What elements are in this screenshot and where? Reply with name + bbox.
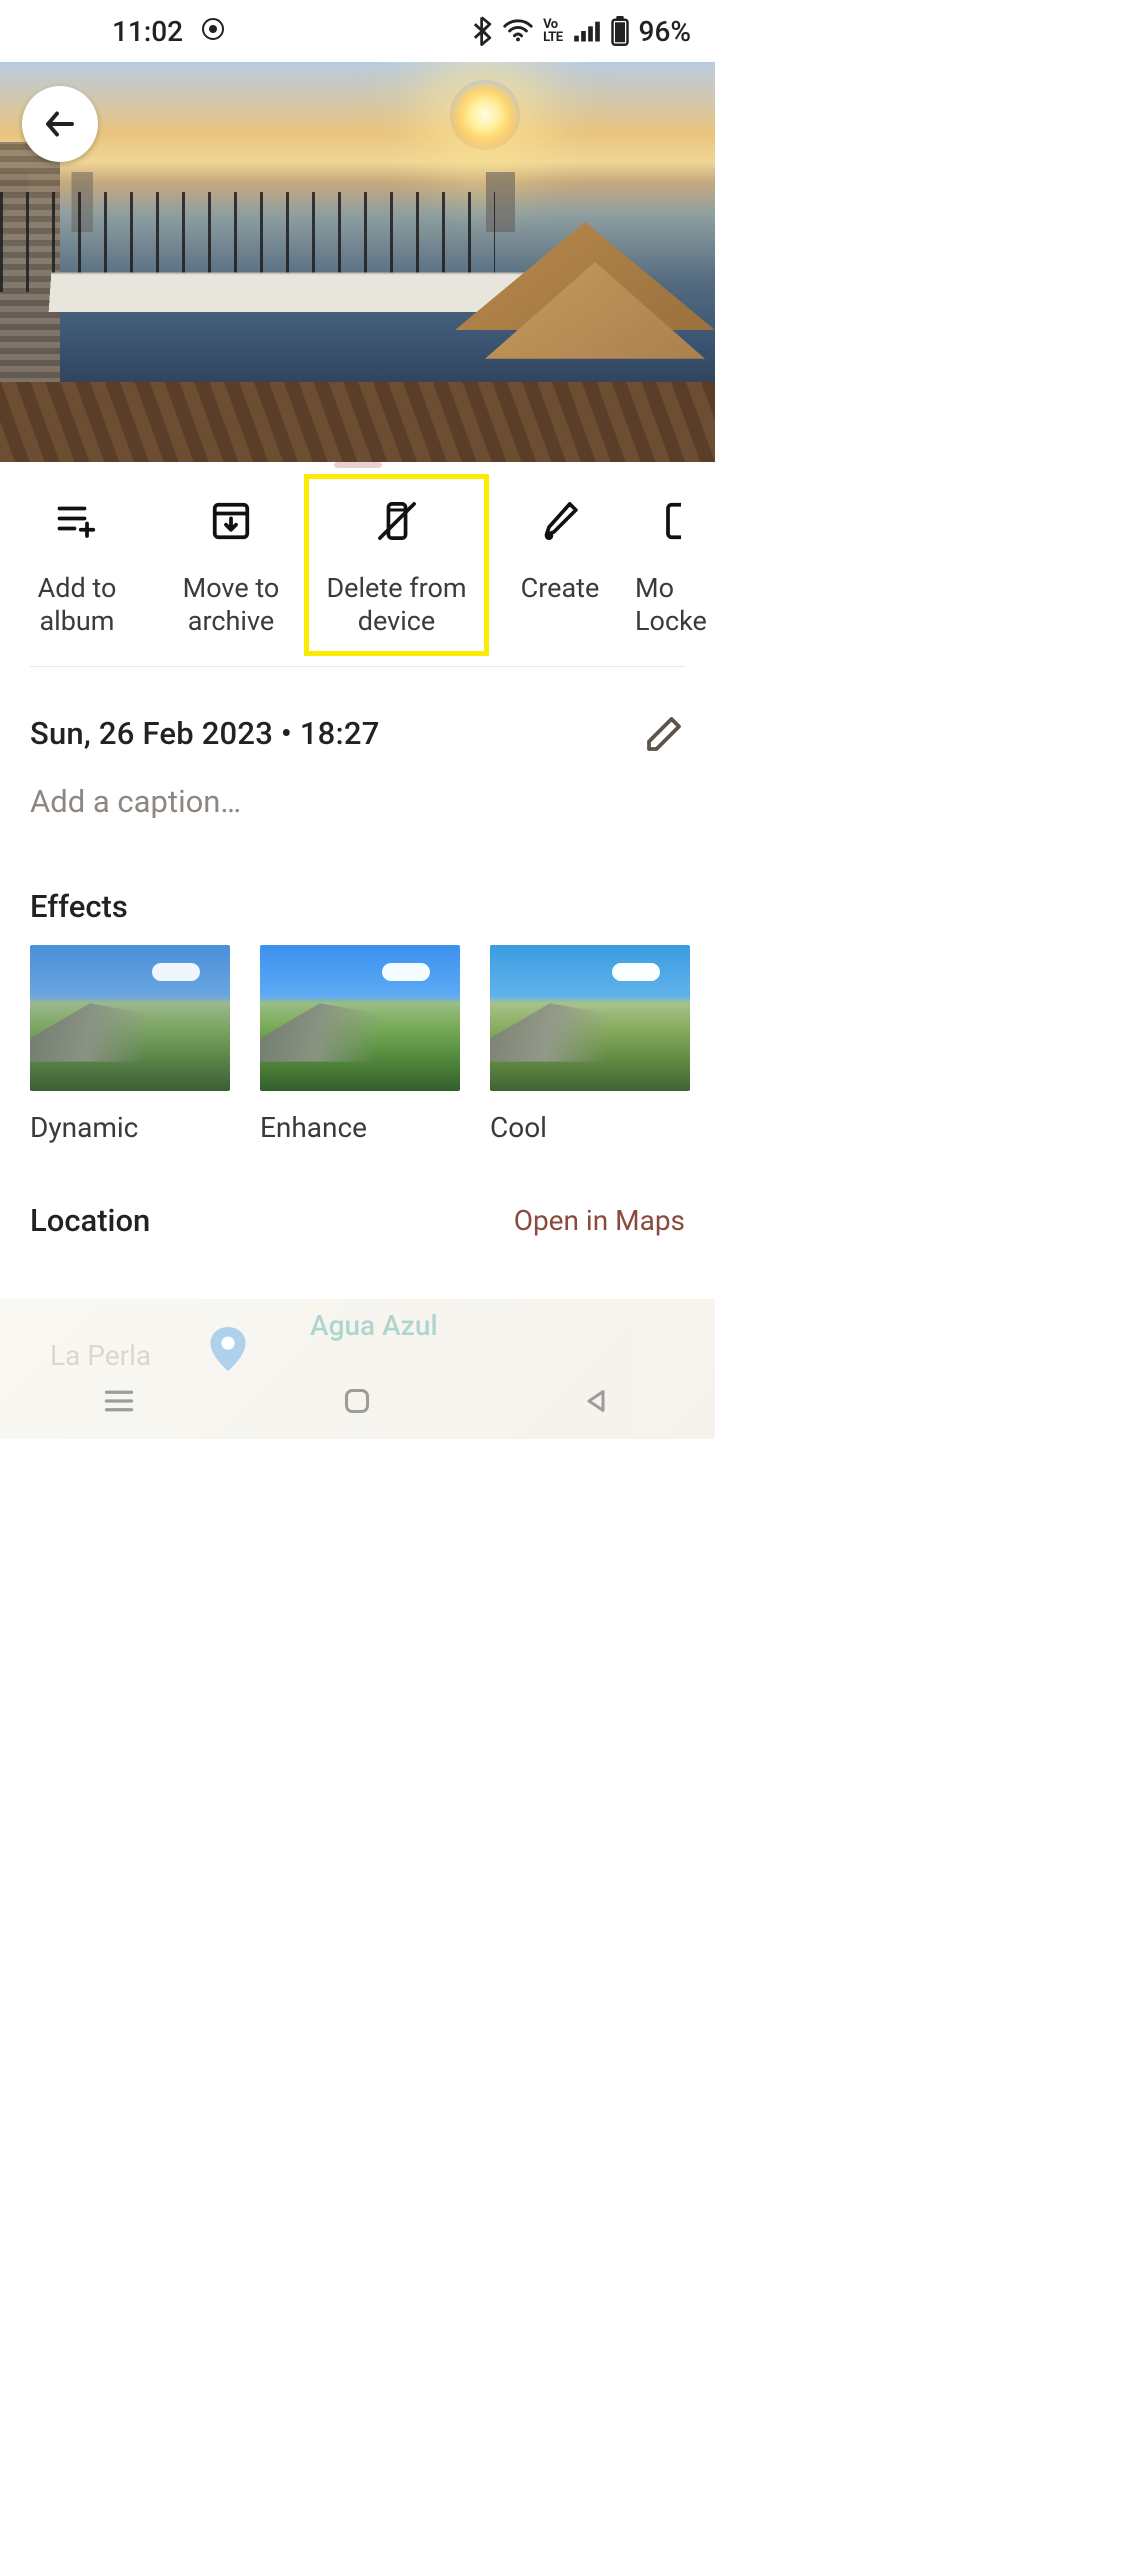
volte-icon: VoLTE — [543, 18, 562, 44]
wifi-icon — [503, 19, 533, 43]
effect-enhance[interactable]: Enhance — [260, 945, 460, 1144]
battery-pct: 96% — [639, 15, 691, 48]
action-label: Create — [521, 572, 600, 605]
open-in-maps-link[interactable]: Open in Maps — [514, 1204, 685, 1237]
actions-row: Add to album Move to archive Delete from… — [0, 468, 715, 666]
effects-row: Dynamic Enhance Cool — [0, 945, 715, 1144]
map-pin-icon — [210, 1327, 246, 1363]
move-to-locked-action[interactable]: Mo Locke — [635, 478, 715, 652]
delete-from-device-action[interactable]: Delete from device — [308, 478, 485, 652]
effect-label: Cool — [490, 1111, 690, 1144]
photo-datetime: Sun, 26 Feb 2023 • 18:27 — [30, 715, 380, 752]
status-app-icon — [201, 15, 225, 48]
status-bar: 11:02 VoLTE 96% — [0, 0, 715, 62]
map-poi-label: Agua Azul — [310, 1309, 438, 1342]
map-poi-label: La Perla — [50, 1339, 151, 1372]
details-sheet: Add to album Move to archive Delete from… — [0, 462, 715, 1439]
effect-thumb — [490, 945, 690, 1091]
bluetooth-icon — [473, 16, 493, 46]
battery-icon — [611, 16, 629, 46]
effect-label: Dynamic — [30, 1111, 230, 1144]
nav-back-icon[interactable] — [579, 1384, 613, 1418]
signal-icon — [573, 19, 601, 43]
edit-datetime-button[interactable] — [643, 713, 685, 755]
delete-from-device-icon — [375, 498, 419, 544]
create-action[interactable]: Create — [485, 478, 635, 619]
effect-label: Enhance — [260, 1111, 460, 1144]
create-icon — [540, 498, 580, 544]
add-to-album-icon — [57, 498, 97, 544]
effect-thumb — [260, 945, 460, 1091]
archive-icon — [211, 498, 251, 544]
effect-dynamic[interactable]: Dynamic — [30, 945, 230, 1144]
nav-home-icon[interactable] — [340, 1384, 374, 1418]
effect-cool[interactable]: Cool — [490, 945, 690, 1144]
action-label: Delete from device — [314, 572, 479, 638]
map-preview[interactable]: Agua Azul La Perla — [0, 1299, 715, 1439]
back-button[interactable] — [22, 86, 98, 162]
caption-input[interactable]: Add a caption… — [0, 765, 715, 828]
location-heading: Location — [30, 1202, 150, 1239]
add-to-album-action[interactable]: Add to album — [0, 478, 154, 652]
android-navbar — [0, 1373, 715, 1429]
effect-thumb — [30, 945, 230, 1091]
move-to-archive-action[interactable]: Move to archive — [154, 478, 308, 652]
nav-recent-icon[interactable] — [102, 1384, 136, 1418]
photo-preview[interactable] — [0, 62, 715, 462]
effects-heading: Effects — [0, 828, 715, 945]
status-time: 11:02 — [112, 15, 183, 48]
action-label: Move to archive — [160, 572, 302, 638]
action-label: Add to album — [6, 572, 148, 638]
locked-folder-icon — [665, 498, 681, 544]
action-label: Mo Locke — [635, 572, 707, 638]
